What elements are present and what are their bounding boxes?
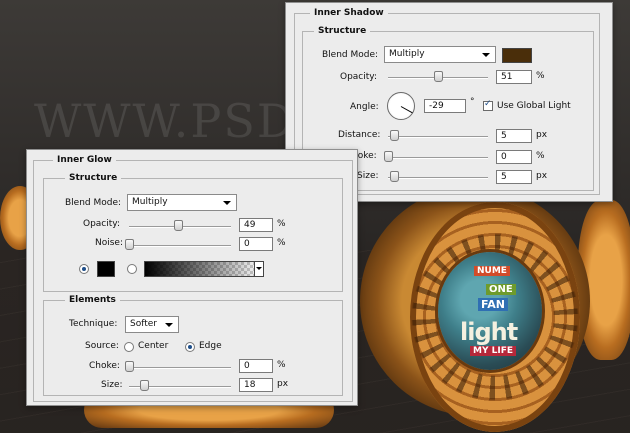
badge-text-light: light	[460, 318, 518, 346]
glow-noise-field[interactable]: 0	[239, 237, 273, 251]
angle-dial[interactable]	[387, 92, 415, 120]
blend-mode-label: Blend Mode:	[322, 50, 379, 60]
choke-slider-knob[interactable]	[384, 151, 393, 162]
use-global-light-checkbox[interactable]	[483, 99, 493, 111]
glow-gradient-picker[interactable]	[144, 261, 264, 277]
chevron-down-icon	[482, 53, 490, 57]
blend-mode-value: Multiply	[389, 49, 425, 59]
inner-glow-panel: Inner Glow Structure Blend Mode: Multipl…	[26, 149, 358, 406]
glow-opacity-label: Opacity:	[83, 219, 120, 229]
angle-unit: °	[470, 97, 475, 107]
choke-field[interactable]: 0	[496, 150, 532, 164]
source-edge-radio[interactable]	[185, 342, 195, 352]
source-center-label: Center	[138, 341, 169, 351]
glow-choke-label: Choke:	[89, 361, 120, 371]
glow-opacity-field[interactable]: 49	[239, 218, 273, 232]
size-slider-knob[interactable]	[390, 171, 399, 182]
source-edge-label: Edge	[199, 341, 222, 351]
glow-size-label: Size:	[101, 380, 123, 390]
glow-noise-slider[interactable]	[129, 245, 231, 247]
use-global-light-label: Use Global Light	[497, 101, 571, 111]
badge-text-my-life: MY LIFE	[470, 346, 516, 356]
angle-dial-hand	[400, 106, 413, 114]
badge-text-nume: NUME	[474, 266, 510, 276]
glow-gradient-radio[interactable]	[127, 264, 137, 274]
distance-slider[interactable]	[388, 136, 488, 138]
technique-value: Softer	[130, 319, 157, 329]
glow-blend-mode-select[interactable]: Multiply	[127, 194, 237, 211]
size-label: Size:	[357, 171, 379, 181]
chevron-down-icon[interactable]	[254, 262, 263, 276]
opacity-unit: %	[536, 71, 545, 81]
chevron-down-icon	[223, 201, 231, 205]
light-my-life-badge: NUME ONE FAN light MY LIFE	[438, 252, 542, 370]
glow-choke-slider[interactable]	[129, 367, 231, 369]
opacity-field[interactable]: 51	[496, 70, 532, 84]
inner-glow-structure-title: Structure	[65, 173, 122, 183]
badge-text-fan: FAN	[478, 298, 508, 311]
glow-noise-unit: %	[277, 238, 286, 248]
glow-size-field[interactable]: 18	[239, 378, 273, 392]
inner-shadow-structure-title: Structure	[314, 26, 371, 36]
inner-glow-title: Inner Glow	[53, 155, 116, 165]
distance-field[interactable]: 5	[496, 129, 532, 143]
distance-slider-knob[interactable]	[390, 130, 399, 141]
distance-unit: px	[536, 130, 548, 140]
badge-text-one: ONE	[486, 284, 516, 295]
choke-slider[interactable]	[388, 157, 488, 159]
technique-select[interactable]: Softer	[125, 316, 179, 333]
glow-blend-mode-label: Blend Mode:	[65, 198, 122, 208]
glow-opacity-unit: %	[277, 219, 286, 229]
glow-opacity-slider-knob[interactable]	[174, 220, 183, 231]
inner-shadow-title: Inner Shadow	[310, 8, 388, 18]
glow-choke-slider-knob[interactable]	[125, 361, 134, 372]
glow-blend-mode-value: Multiply	[132, 197, 168, 207]
glow-noise-slider-knob[interactable]	[125, 239, 134, 250]
chevron-down-icon	[165, 323, 173, 327]
glow-size-slider-knob[interactable]	[140, 380, 149, 391]
source-center-radio[interactable]	[124, 342, 134, 352]
size-unit: px	[536, 171, 548, 181]
distance-label: Distance:	[338, 130, 381, 140]
opacity-label: Opacity:	[340, 72, 377, 82]
inner-glow-elements-title: Elements	[65, 295, 120, 305]
choke-unit: %	[536, 151, 545, 161]
glow-solid-color-radio[interactable]	[79, 264, 89, 274]
size-slider[interactable]	[388, 177, 488, 179]
blend-mode-select[interactable]: Multiply	[384, 46, 496, 63]
glow-color-swatch[interactable]	[97, 261, 115, 277]
glow-noise-label: Noise:	[95, 238, 123, 248]
technique-label: Technique:	[69, 319, 118, 329]
glow-size-unit: px	[277, 379, 289, 389]
angle-label: Angle:	[350, 102, 379, 112]
shadow-color-swatch[interactable]	[502, 48, 532, 63]
source-label: Source:	[85, 341, 119, 351]
opacity-slider-knob[interactable]	[434, 71, 443, 82]
size-field[interactable]: 5	[496, 170, 532, 184]
glow-choke-unit: %	[277, 360, 286, 370]
glow-choke-field[interactable]: 0	[239, 359, 273, 373]
angle-field[interactable]: -29	[424, 99, 466, 113]
